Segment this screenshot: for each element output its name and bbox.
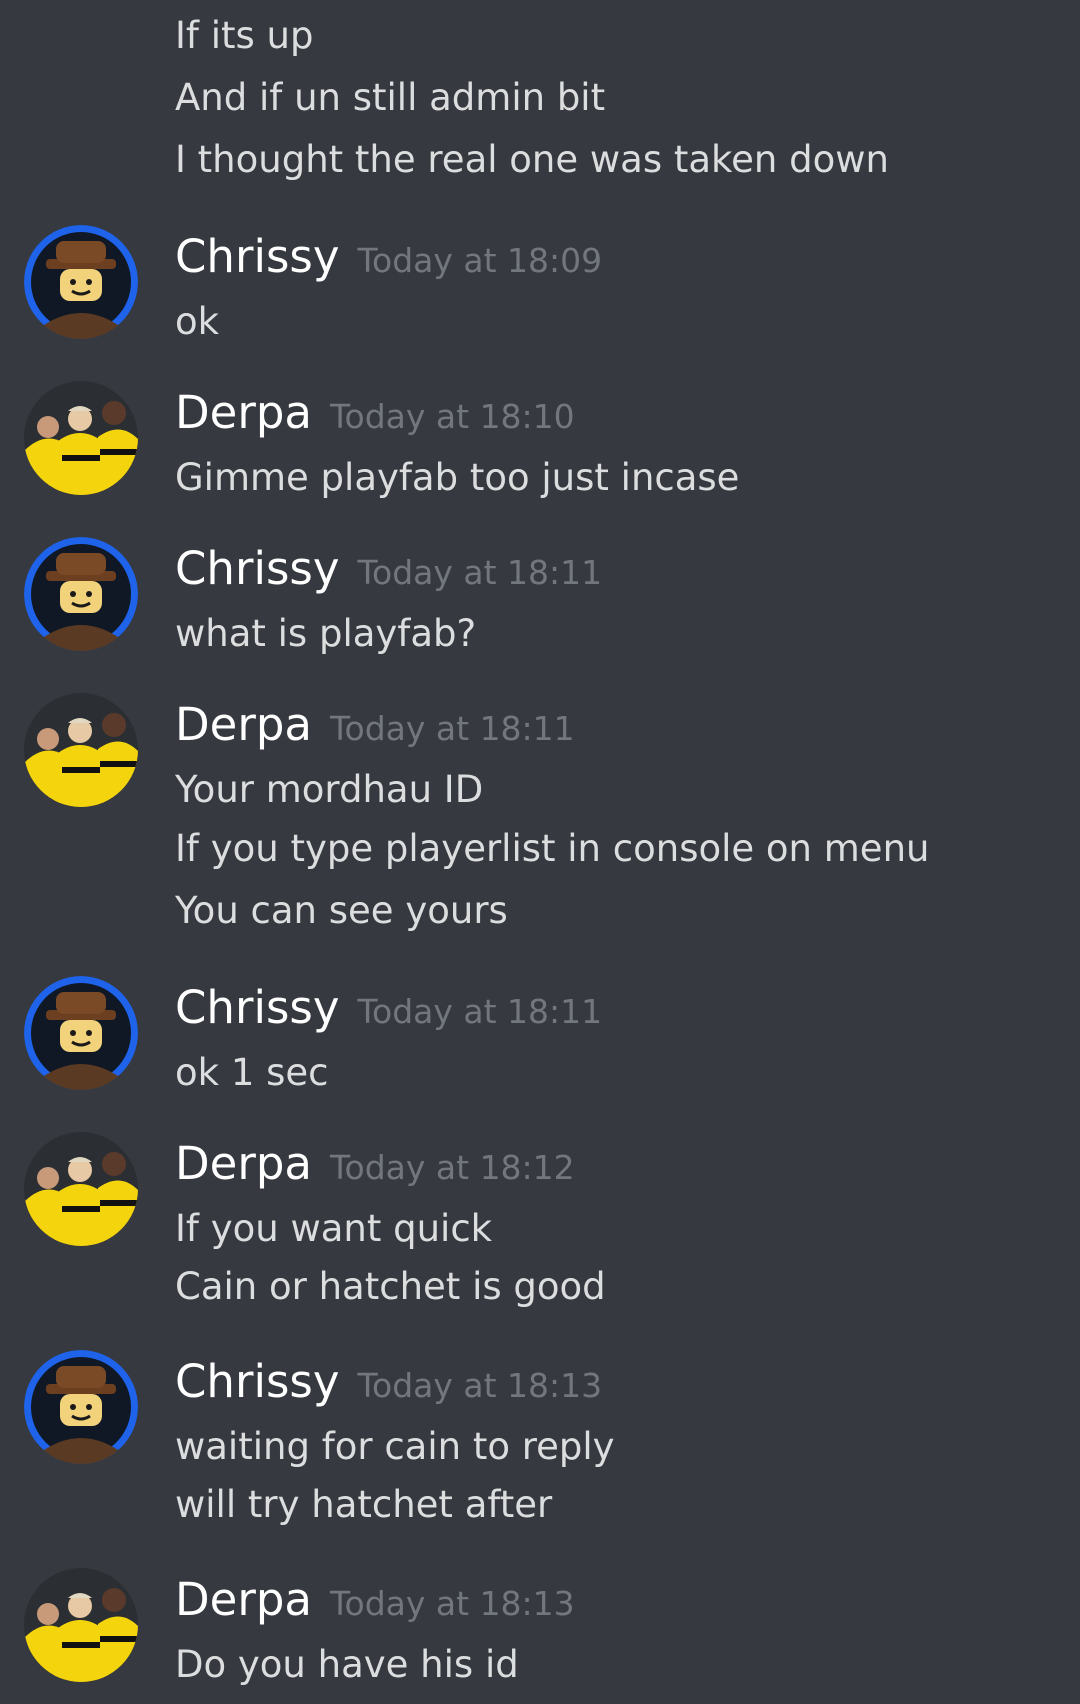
- timestamp: Today at 18:10: [329, 397, 575, 436]
- message-line: Do you have his id: [175, 1643, 519, 1686]
- football-players-icon: [24, 381, 138, 495]
- avatar-derpa[interactable]: [24, 1568, 138, 1682]
- message-line: waiting for cain to reply: [175, 1425, 615, 1468]
- message-line: I thought the real one was taken down: [175, 138, 889, 181]
- message-header: Chrissy Today at 18:11: [175, 542, 602, 602]
- message-line: If you type playerlist in console on men…: [175, 827, 930, 870]
- avatar-chrissy[interactable]: [24, 537, 138, 651]
- message-line: will try hatchet after: [175, 1483, 553, 1526]
- timestamp: Today at 18:11: [329, 709, 575, 748]
- message-header: Derpa Today at 18:11: [175, 698, 575, 758]
- message-line: And if un still admin bit: [175, 76, 606, 119]
- lego-figure-icon: [24, 537, 138, 651]
- timestamp: Today at 18:13: [357, 1366, 603, 1405]
- avatar-derpa[interactable]: [24, 693, 138, 807]
- username[interactable]: Chrissy: [175, 230, 339, 283]
- message-header: Chrissy Today at 18:13: [175, 1355, 602, 1415]
- message-line: ok 1 sec: [175, 1051, 329, 1094]
- message-header: Chrissy Today at 18:09: [175, 230, 602, 290]
- message-header: Chrissy Today at 18:11: [175, 981, 602, 1041]
- avatar-chrissy[interactable]: [24, 976, 138, 1090]
- username[interactable]: Chrissy: [175, 981, 339, 1034]
- message-line: what is playfab?: [175, 612, 477, 655]
- message-header: Derpa Today at 18:13: [175, 1573, 575, 1633]
- lego-figure-icon: [24, 1350, 138, 1464]
- football-players-icon: [24, 1568, 138, 1682]
- message-line: You can see yours: [175, 889, 508, 932]
- timestamp: Today at 18:11: [357, 992, 603, 1031]
- timestamp: Today at 18:12: [329, 1148, 575, 1187]
- message-line: ok: [175, 300, 220, 343]
- football-players-icon: [24, 693, 138, 807]
- message-line: Your mordhau ID: [175, 768, 484, 811]
- avatar-derpa[interactable]: [24, 381, 138, 495]
- message-line: If you want quick: [175, 1207, 493, 1250]
- avatar-chrissy[interactable]: [24, 1350, 138, 1464]
- avatar-chrissy[interactable]: [24, 225, 138, 339]
- username[interactable]: Derpa: [175, 1573, 312, 1626]
- username[interactable]: Chrissy: [175, 1355, 339, 1408]
- timestamp: Today at 18:09: [357, 241, 603, 280]
- message-line: If its up: [175, 14, 314, 57]
- username[interactable]: Chrissy: [175, 542, 339, 595]
- lego-figure-icon: [24, 225, 138, 339]
- username[interactable]: Derpa: [175, 386, 312, 439]
- football-players-icon: [24, 1132, 138, 1246]
- username[interactable]: Derpa: [175, 1137, 312, 1190]
- message-header: Derpa Today at 18:12: [175, 1137, 575, 1197]
- chat-log: If its up And if un still admin bit I th…: [0, 0, 1080, 1704]
- message-line: Gimme playfab too just incase: [175, 456, 740, 499]
- avatar-derpa[interactable]: [24, 1132, 138, 1246]
- username[interactable]: Derpa: [175, 698, 312, 751]
- message-line: Cain or hatchet is good: [175, 1265, 606, 1308]
- timestamp: Today at 18:11: [357, 553, 603, 592]
- timestamp: Today at 18:13: [329, 1584, 575, 1623]
- message-header: Derpa Today at 18:10: [175, 386, 575, 446]
- lego-figure-icon: [24, 976, 138, 1090]
